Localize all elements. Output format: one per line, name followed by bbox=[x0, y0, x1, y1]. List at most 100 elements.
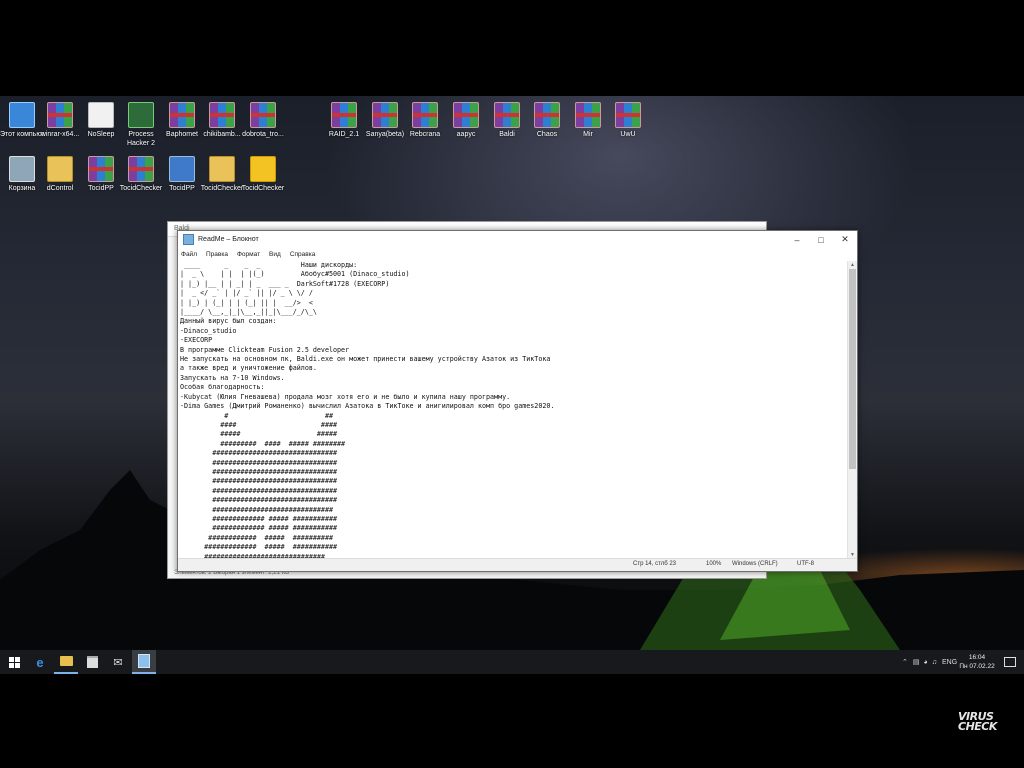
text-line: | _ \ | | | |(_) Абобус#5001 (Dinaco_stu… bbox=[180, 270, 410, 279]
menu-view[interactable]: Вид bbox=[269, 251, 281, 258]
desktop-icon-label: Sanya(beta) bbox=[365, 131, 405, 138]
watermark-logo: VIRUS CHECK bbox=[958, 711, 1002, 732]
wifi-icon[interactable]: ◕ bbox=[924, 659, 928, 666]
text-line: ############# ##### ########### bbox=[180, 514, 338, 523]
pc-icon bbox=[9, 102, 35, 128]
text-line: | |_) |__ | | _| | _ ___ _ DarkSoft#1728… bbox=[180, 279, 390, 288]
status-line-ending: Windows (CRLF) bbox=[732, 561, 778, 567]
status-position: Стр 14, стлб 23 bbox=[633, 561, 676, 567]
desktop-icon-process-hacker[interactable]: Process Hacker 2 bbox=[119, 102, 163, 148]
desktop-icon-chaos[interactable]: Chaos bbox=[525, 102, 569, 139]
desktop-icon-uwu[interactable]: UwU bbox=[606, 102, 650, 139]
desktop-icon-label: UwU bbox=[620, 131, 636, 138]
desktop-icon-label: Mir bbox=[583, 131, 593, 138]
text-line: ____ _ _ _ Наши дискорды: bbox=[180, 261, 358, 269]
menu-edit[interactable]: Правка bbox=[206, 251, 228, 258]
folder-icon bbox=[47, 156, 73, 182]
desktop-icon-label: dControl bbox=[46, 185, 74, 192]
network-icon[interactable]: ▤ bbox=[913, 658, 920, 666]
taskbar-edge[interactable]: e bbox=[28, 650, 52, 674]
status-encoding: UTF-8 bbox=[797, 561, 814, 567]
desktop-icon-baphomet[interactable]: Baphomet bbox=[160, 102, 204, 139]
mail-icon: ✉ bbox=[113, 656, 123, 669]
text-line: | |_) | (_| | | (_| || | __/> < bbox=[180, 298, 313, 307]
desktop-icon-label: winrar-x64... bbox=[40, 131, 80, 138]
doc-icon bbox=[88, 102, 114, 128]
text-line: -Dima Games (Дмитрий Романенко) вычислил… bbox=[180, 402, 555, 411]
vertical-scrollbar[interactable]: ▲ ▼ bbox=[847, 261, 857, 559]
notepad-text-area[interactable]: ____ _ _ _ Наши дискорды: | _ \ | | | |(_… bbox=[180, 261, 847, 559]
desktop-icon-aapyc[interactable]: aapyc bbox=[444, 102, 488, 139]
desktop-icon-dcontrol[interactable]: dControl bbox=[38, 156, 82, 193]
volume-icon[interactable]: ♫ bbox=[932, 659, 937, 666]
text-line: |____/ \__,_|_|\__,_||_|\___/_/\_\ bbox=[180, 308, 317, 317]
notepad-menubar: Файл Правка Формат Вид Справка bbox=[178, 248, 857, 260]
desktop-icon-label: Baphomet bbox=[166, 131, 198, 138]
winrar-icon bbox=[534, 102, 560, 128]
desktop-icon-tocidchecker-exe[interactable]: TocidChecker bbox=[241, 156, 285, 193]
winrar-icon bbox=[453, 102, 479, 128]
desktop-icon-label: RAID_2.1 bbox=[328, 131, 360, 138]
desktop-icon-tocidpp[interactable]: TocidPP bbox=[160, 156, 204, 193]
taskbar-store[interactable] bbox=[80, 650, 104, 674]
taskbar: e ✉ ⌃ ▤ ◕ ♫ ENG 16:04 Пн 07.02.22 bbox=[0, 650, 1024, 674]
text-line: ############################### bbox=[180, 458, 338, 467]
notepad-icon bbox=[183, 234, 194, 245]
clock-date: Пн 07.02.22 bbox=[959, 663, 995, 670]
winrar-icon bbox=[209, 102, 235, 128]
taskbar-clock[interactable]: 16:04 Пн 07.02.22 bbox=[955, 653, 999, 671]
desktop-icon-rebcrana[interactable]: Rebcrana bbox=[403, 102, 447, 139]
winrar-icon bbox=[494, 102, 520, 128]
windows-logo-icon bbox=[8, 656, 20, 668]
close-button[interactable]: ✕ bbox=[833, 231, 857, 248]
taskbar-notepad[interactable] bbox=[132, 650, 156, 674]
store-icon bbox=[86, 656, 98, 668]
recycle-bin-icon bbox=[9, 156, 35, 182]
desktop-icon-raid[interactable]: RAID_2.1 bbox=[322, 102, 366, 139]
desktop-icon-baldi[interactable]: Baldi bbox=[485, 102, 529, 139]
taskbar-explorer[interactable] bbox=[54, 650, 78, 674]
notification-icon bbox=[1004, 657, 1016, 667]
winrar-icon bbox=[575, 102, 601, 128]
desktop-icon-tocidpp-rar[interactable]: TocidPP bbox=[79, 156, 123, 193]
menu-format[interactable]: Формат bbox=[237, 251, 260, 258]
desktop-icon-winrar[interactable]: winrar-x64... bbox=[38, 102, 82, 139]
desktop-icon-label: NoSleep bbox=[87, 131, 115, 138]
folder-icon bbox=[209, 156, 235, 182]
action-center-button[interactable] bbox=[998, 650, 1022, 674]
maximize-button[interactable]: □ bbox=[809, 231, 833, 248]
desktop-icon-label: TocidChecker bbox=[200, 185, 244, 192]
text-line: В программе Clickteam Fusion 2.5 develop… bbox=[180, 345, 350, 354]
desktop-icon-tocidchecker-folder[interactable]: TocidChecker bbox=[200, 156, 244, 193]
desktop-icon-nosleep[interactable]: NoSleep bbox=[79, 102, 123, 139]
menu-file[interactable]: Файл bbox=[181, 251, 197, 258]
text-line: а также вред и уничтожение файлов. bbox=[180, 364, 317, 373]
desktop-icon-dobrota[interactable]: dobrota_tro... bbox=[241, 102, 285, 139]
tray-chevron-up-icon[interactable]: ⌃ bbox=[902, 658, 908, 666]
notepad-title: ReadMe – Блокнот bbox=[198, 236, 259, 243]
desktop-icon-label: TocidChecker bbox=[241, 185, 285, 192]
winrar-icon bbox=[615, 102, 641, 128]
notepad-titlebar[interactable]: ReadMe – Блокнот – □ ✕ bbox=[178, 231, 857, 248]
notepad-icon bbox=[138, 654, 150, 668]
notepad-window[interactable]: ReadMe – Блокнот – □ ✕ Файл Правка Форма… bbox=[177, 230, 858, 572]
taskbar-mail[interactable]: ✉ bbox=[106, 650, 130, 674]
desktop-icon-label: TocidPP bbox=[169, 185, 195, 192]
desktop-icon-tocidchecker-rar[interactable]: TocidChecker bbox=[119, 156, 163, 193]
status-zoom: 100% bbox=[706, 561, 722, 567]
smiley-icon bbox=[250, 156, 276, 182]
start-button[interactable] bbox=[2, 650, 26, 674]
desktop-icon-mir[interactable]: Mir bbox=[566, 102, 610, 139]
desktop-icon-sanya[interactable]: Sanya(beta) bbox=[363, 102, 407, 139]
winrar-icon bbox=[128, 156, 154, 182]
text-line: | _ </ _` | |/ _` || |/ _ \ \/ / bbox=[180, 289, 313, 298]
menu-help[interactable]: Справка bbox=[290, 251, 316, 258]
book-icon bbox=[169, 156, 195, 182]
scrollbar-thumb[interactable] bbox=[849, 269, 856, 469]
text-line: ############################### bbox=[180, 477, 338, 486]
text-line: ############################## bbox=[180, 505, 333, 514]
scroll-up-arrow-icon[interactable]: ▲ bbox=[848, 261, 857, 269]
minimize-button[interactable]: – bbox=[785, 231, 809, 248]
folder-icon bbox=[59, 656, 73, 666]
desktop-icon-chikibamb[interactable]: chikibamb... bbox=[200, 102, 244, 139]
